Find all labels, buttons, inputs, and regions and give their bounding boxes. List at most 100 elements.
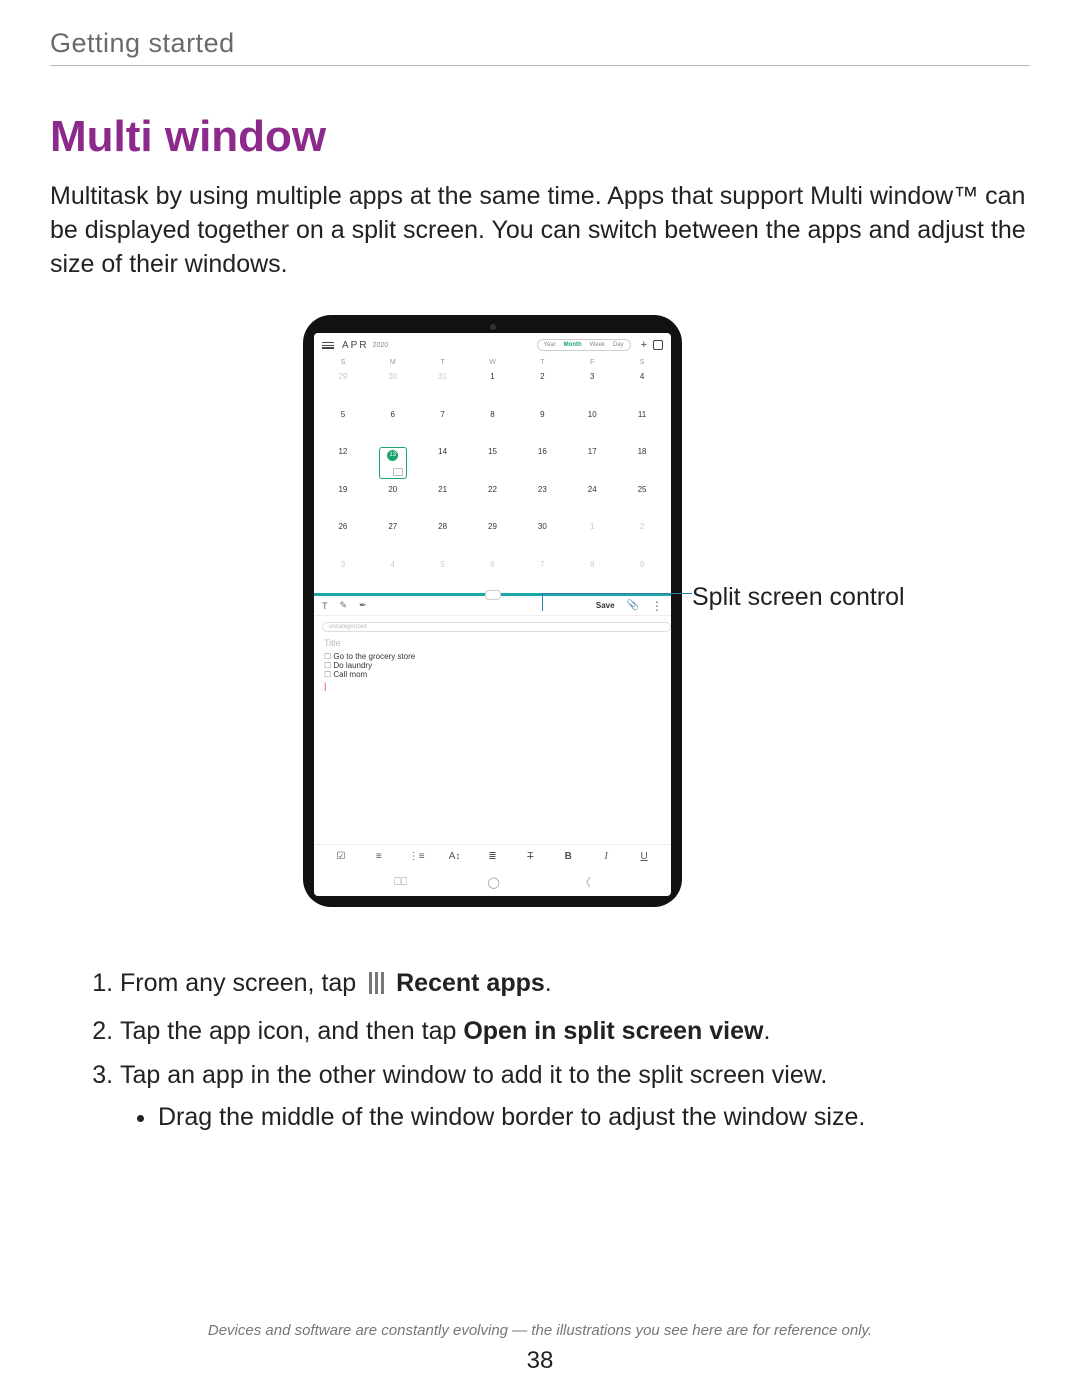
figure: APR 2020 Year Month Week Day + SMTWTFS29… xyxy=(50,315,1030,915)
calendar-cell[interactable]: 4 xyxy=(617,368,667,406)
calendar-cell[interactable]: 7 xyxy=(517,556,567,594)
footnote: Devices and software are constantly evol… xyxy=(0,1322,1080,1339)
calendar-cell[interactable]: 5 xyxy=(318,406,368,444)
calendar-cell[interactable]: 3 xyxy=(567,368,617,406)
step-text: Tap the app icon, and then tap xyxy=(120,1017,463,1045)
calendar-cell[interactable]: 2 xyxy=(517,368,567,406)
calendar-cell[interactable]: 13 xyxy=(368,443,418,481)
brush-tool-icon[interactable]: ✒ xyxy=(359,600,367,611)
calendar-cell[interactable]: 18 xyxy=(617,443,667,481)
view-week[interactable]: Week xyxy=(590,342,605,348)
calendar-cell[interactable]: 28 xyxy=(418,518,468,556)
tablet-frame: APR 2020 Year Month Week Day + SMTWTFS29… xyxy=(303,315,682,907)
bold-icon[interactable]: B xyxy=(549,851,587,862)
recent-apps-icon xyxy=(367,968,385,1004)
view-month[interactable]: Month xyxy=(564,342,582,348)
format-toolbar: ☑ ≡ ⋮≡ A↕ ≣ T B I U xyxy=(314,844,671,868)
callout-split-control: Split screen control xyxy=(692,583,905,612)
calendar-grid: SMTWTFS293031123456789101112131415161718… xyxy=(314,357,671,593)
number-list-icon[interactable]: ⋮≡ xyxy=(398,851,436,862)
calendar-cell[interactable]: 15 xyxy=(468,443,518,481)
pen-tool-icon[interactable]: ✎ xyxy=(340,600,348,611)
list-item[interactable]: Go to the grocery store xyxy=(324,652,661,661)
font-size-icon[interactable]: A↕ xyxy=(436,851,474,862)
step-3-sub: Drag the middle of the window border to … xyxy=(158,1099,1030,1135)
calendar-cell[interactable]: 1 xyxy=(567,518,617,556)
calendar-cell[interactable]: 10 xyxy=(567,406,617,444)
calendar-cell[interactable]: 5 xyxy=(418,556,468,594)
checkbox-icon[interactable]: ☑ xyxy=(322,851,360,862)
calendar-dow: W xyxy=(468,357,518,368)
calendar-cell[interactable]: 23 xyxy=(517,481,567,519)
calendar-cell[interactable]: 29 xyxy=(468,518,518,556)
home-nav-icon[interactable]: ◯ xyxy=(487,876,499,889)
page-number: 38 xyxy=(0,1347,1080,1375)
calendar-cell[interactable]: 26 xyxy=(318,518,368,556)
calendar-cell[interactable]: 11 xyxy=(617,406,667,444)
back-nav-icon[interactable]: 〈 xyxy=(580,874,591,890)
today-icon[interactable] xyxy=(653,340,663,350)
text-tool-icon[interactable]: T xyxy=(322,601,328,611)
calendar-cell[interactable]: 6 xyxy=(468,556,518,594)
step-text: Tap an app in the other window to add it… xyxy=(120,1061,827,1089)
note-checklist[interactable]: Go to the grocery store Do laundry Call … xyxy=(314,650,671,681)
calendar-cell[interactable]: 2 xyxy=(617,518,667,556)
calendar-cell[interactable]: 21 xyxy=(418,481,468,519)
calendar-dow: M xyxy=(368,357,418,368)
calendar-cell[interactable]: 31 xyxy=(418,368,468,406)
calendar-pane: APR 2020 Year Month Week Day + SMTWTFS29… xyxy=(314,333,671,593)
calendar-cell[interactable]: 29 xyxy=(318,368,368,406)
italic-icon[interactable]: I xyxy=(587,851,625,862)
add-event-icon[interactable]: + xyxy=(641,339,647,351)
save-button[interactable]: Save xyxy=(596,601,615,610)
calendar-cell[interactable]: 19 xyxy=(318,481,368,519)
calendar-cell[interactable]: 9 xyxy=(517,406,567,444)
calendar-cell[interactable]: 20 xyxy=(368,481,418,519)
section-label: Getting started xyxy=(50,28,1030,66)
recents-nav-icon[interactable]: ⎕⎕ xyxy=(394,876,407,889)
calendar-cell[interactable]: 16 xyxy=(517,443,567,481)
calendar-cell[interactable]: 30 xyxy=(517,518,567,556)
calendar-cell[interactable]: 9 xyxy=(617,556,667,594)
calendar-cell[interactable]: 1 xyxy=(468,368,518,406)
calendar-cell[interactable]: 25 xyxy=(617,481,667,519)
calendar-year: 2020 xyxy=(373,342,389,349)
intro-paragraph: Multitask by using multiple apps at the … xyxy=(50,180,1030,281)
calendar-cell[interactable]: 3 xyxy=(318,556,368,594)
text-cursor: | xyxy=(324,681,671,691)
calendar-cell[interactable]: 8 xyxy=(567,556,617,594)
step-1: From any screen, tap Recent apps. xyxy=(120,965,1030,1004)
strike-icon[interactable]: T xyxy=(511,851,549,862)
calendar-cell[interactable]: 30 xyxy=(368,368,418,406)
instruction-steps: From any screen, tap Recent apps. Tap th… xyxy=(50,965,1030,1135)
calendar-cell[interactable]: 24 xyxy=(567,481,617,519)
calendar-cell[interactable]: 7 xyxy=(418,406,468,444)
calendar-cell[interactable]: 6 xyxy=(368,406,418,444)
more-icon[interactable]: ⋮ xyxy=(651,602,663,610)
calendar-cell[interactable]: 8 xyxy=(468,406,518,444)
calendar-view-toggle[interactable]: Year Month Week Day xyxy=(537,339,631,351)
calendar-cell[interactable]: 12 xyxy=(318,443,368,481)
view-year[interactable]: Year xyxy=(544,342,556,348)
list-item[interactable]: Do laundry xyxy=(324,661,661,670)
note-title-placeholder[interactable]: Title xyxy=(314,636,671,650)
calendar-cell[interactable]: 17 xyxy=(567,443,617,481)
align-icon[interactable]: ≣ xyxy=(474,851,512,862)
calendar-dow: T xyxy=(418,357,468,368)
list-item[interactable]: Call mom xyxy=(324,670,661,679)
menu-icon[interactable] xyxy=(322,340,334,350)
attach-icon[interactable]: 📎 xyxy=(627,600,639,611)
calendar-cell[interactable]: 4 xyxy=(368,556,418,594)
calendar-cell[interactable]: 22 xyxy=(468,481,518,519)
notes-pane: T ✎ ✒ Save 📎 ⋮ uncategorized Title Go to… xyxy=(314,596,671,896)
underline-icon[interactable]: U xyxy=(625,851,663,862)
bullet-list-icon[interactable]: ≡ xyxy=(360,851,398,862)
step-text: From any screen, tap xyxy=(120,969,356,997)
calendar-cell[interactable]: 27 xyxy=(368,518,418,556)
calendar-dow: F xyxy=(567,357,617,368)
calendar-cell[interactable]: 14 xyxy=(418,443,468,481)
note-tag[interactable]: uncategorized xyxy=(322,622,671,632)
view-day[interactable]: Day xyxy=(613,342,624,348)
step-bold: Open in split screen view xyxy=(463,1017,763,1045)
calendar-dow: T xyxy=(517,357,567,368)
